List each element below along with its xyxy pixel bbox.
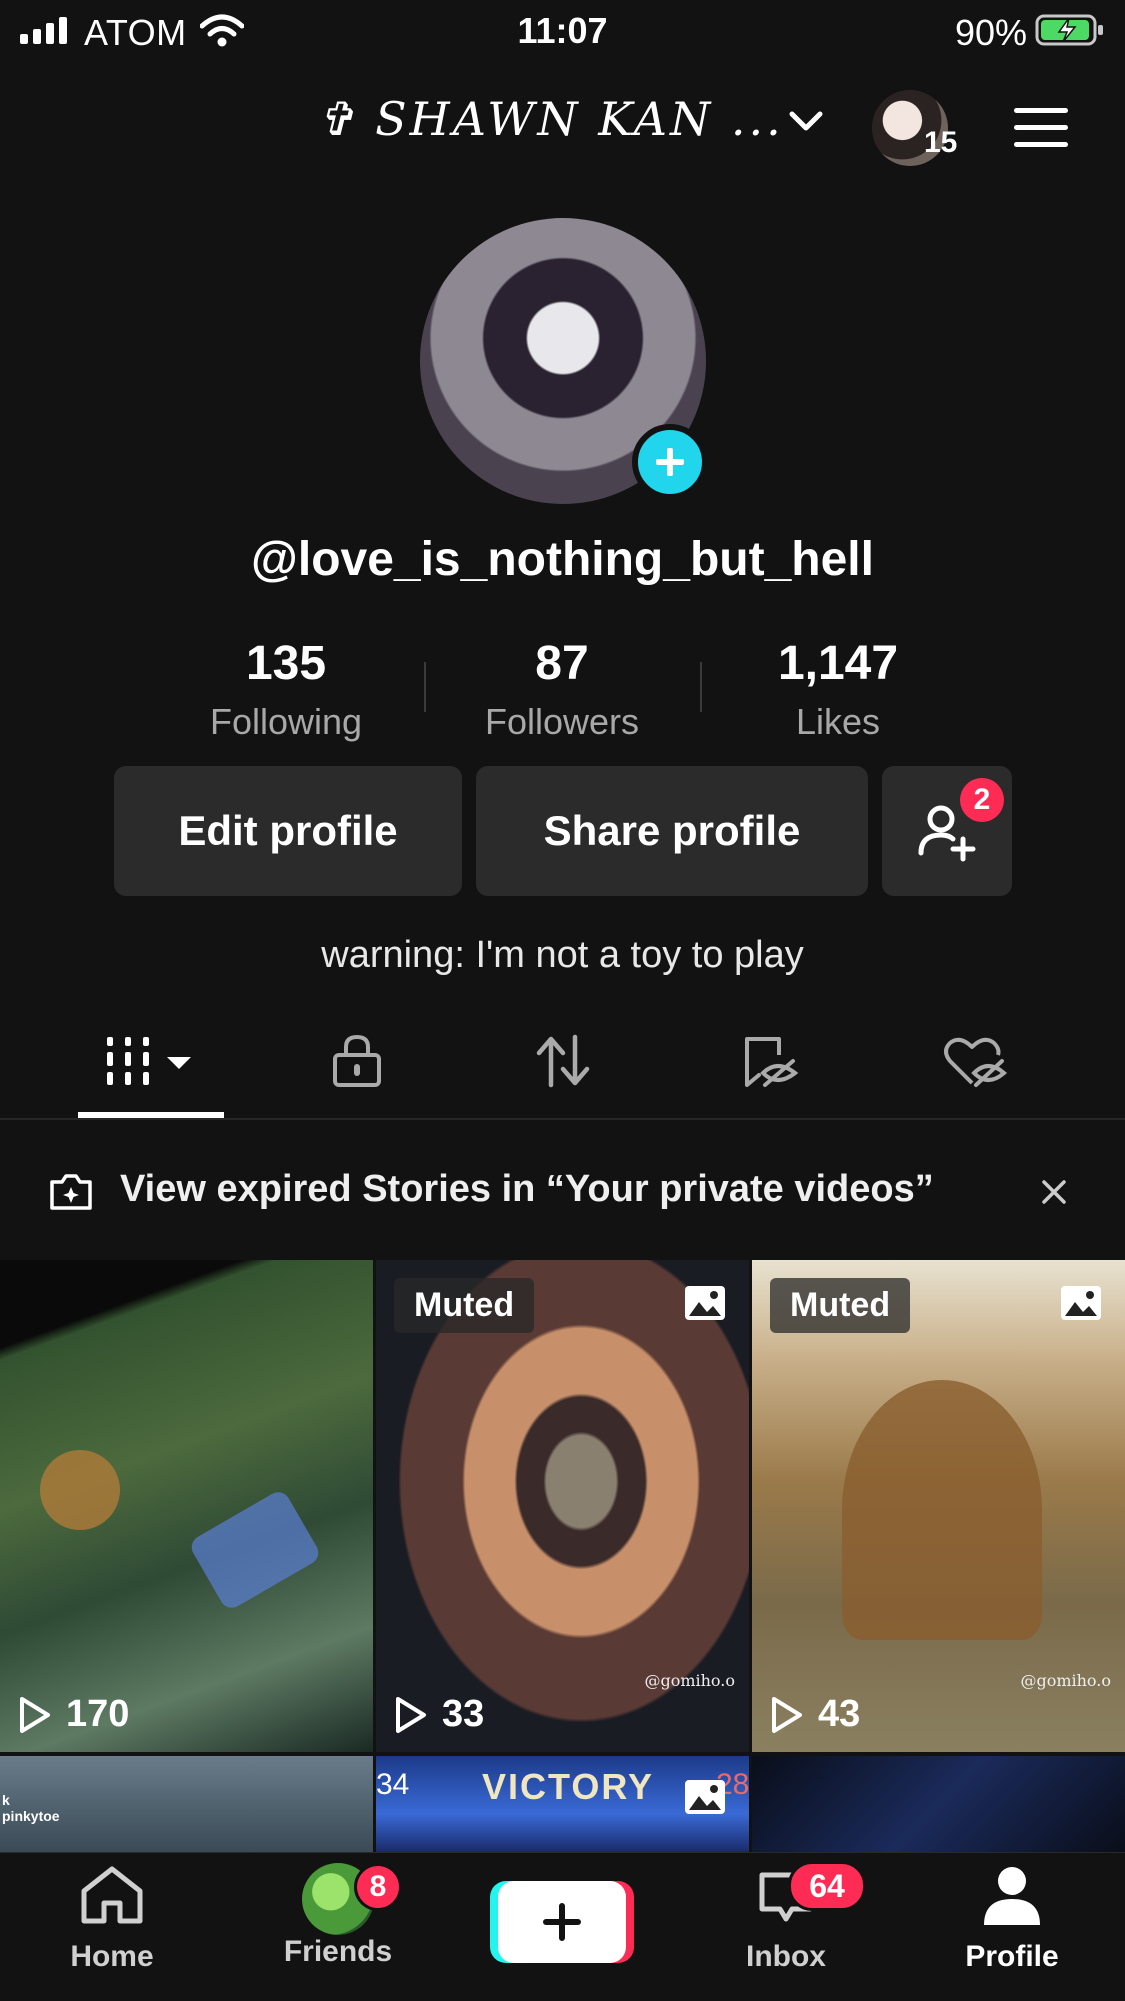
tab-videos[interactable] bbox=[76, 1020, 226, 1102]
battery-percent: 90% bbox=[954, 12, 1027, 53]
bottom-nav: Home Friends 8 Inbox 64 Profile bbox=[0, 1852, 1125, 2001]
create-button[interactable] bbox=[498, 1881, 626, 1963]
photo-icon bbox=[1061, 1286, 1101, 1320]
play-icon bbox=[772, 1696, 802, 1733]
tab-liked[interactable] bbox=[900, 1020, 1050, 1102]
thumbnail-text: 34 bbox=[376, 1768, 410, 1801]
thumbnail-text: VICTORY bbox=[482, 1766, 655, 1807]
nav-profile[interactable]: Profile bbox=[912, 1863, 1112, 1974]
menu-icon[interactable] bbox=[1012, 106, 1070, 150]
banner-text: View expired Stories in “Your private vi… bbox=[120, 1168, 934, 1210]
thumbnail-art bbox=[40, 1450, 120, 1530]
tab-favorites[interactable] bbox=[694, 1020, 844, 1102]
stat-divider bbox=[424, 662, 426, 712]
tab-reposts[interactable] bbox=[488, 1020, 638, 1102]
account-switcher-name[interactable]: ✞ SHAWN KAN ... bbox=[316, 92, 784, 146]
view-count-value: 170 bbox=[66, 1693, 130, 1735]
stat-divider bbox=[700, 662, 702, 712]
thumbnail-text: k pinkytoe bbox=[2, 1792, 60, 1824]
view-count-value: 43 bbox=[818, 1693, 861, 1735]
photo-icon bbox=[685, 1286, 725, 1320]
photo-icon bbox=[685, 1780, 725, 1814]
video-tile[interactable]: Muted @gomiho.o 33 bbox=[376, 1260, 749, 1752]
stat-following[interactable]: 135 Following bbox=[186, 636, 386, 743]
home-icon bbox=[81, 1866, 143, 1924]
watermark: @gomiho.o bbox=[644, 1671, 735, 1690]
bio: warning: I'm not a toy to play bbox=[321, 934, 804, 976]
video-tile[interactable]: 170 bbox=[0, 1260, 373, 1752]
chevron-down-icon[interactable] bbox=[788, 108, 824, 134]
watermark: @gomiho.o bbox=[1020, 1671, 1111, 1690]
nav-label: Friends bbox=[283, 1935, 393, 1968]
thumbnail-art bbox=[842, 1380, 1042, 1640]
plus-icon bbox=[543, 1903, 581, 1941]
heart-hidden-icon bbox=[944, 1037, 1008, 1087]
stat-likes[interactable]: 1,147 Likes bbox=[738, 636, 938, 743]
camera-sparkle-icon bbox=[50, 1174, 92, 1210]
repost-icon bbox=[536, 1034, 590, 1088]
inbox-badge: 64 bbox=[788, 1861, 866, 1911]
muted-label: Muted bbox=[394, 1278, 535, 1333]
play-icon bbox=[20, 1696, 50, 1733]
thumbnail-art bbox=[187, 1487, 323, 1613]
status-bar: ATOM 11:07 90% bbox=[0, 0, 1125, 62]
view-count-value: 33 bbox=[442, 1693, 485, 1735]
tab-private[interactable] bbox=[282, 1020, 432, 1102]
nav-label: Inbox bbox=[746, 1940, 826, 1973]
friends-badge: 8 bbox=[354, 1863, 402, 1911]
stat-value: 87 bbox=[535, 637, 589, 690]
video-tile[interactable]: k pinkytoe bbox=[0, 1756, 373, 1852]
profile-icon bbox=[984, 1867, 1040, 1925]
view-count: 33 bbox=[394, 1693, 484, 1736]
stat-label: Followers bbox=[484, 701, 640, 742]
add-story-button[interactable] bbox=[632, 424, 708, 500]
stat-followers[interactable]: 87 Followers bbox=[462, 636, 662, 743]
close-icon[interactable] bbox=[1040, 1178, 1068, 1206]
video-tile[interactable] bbox=[752, 1756, 1125, 1852]
nav-home[interactable]: Home bbox=[12, 1863, 212, 1974]
nav-label: Profile bbox=[965, 1940, 1059, 1973]
stat-value: 1,147 bbox=[777, 637, 899, 690]
grid-icon bbox=[107, 1037, 191, 1085]
username: @love_is_nothing_but_hell bbox=[251, 533, 874, 586]
video-tile[interactable]: Muted @gomiho.o 43 bbox=[752, 1260, 1125, 1752]
share-profile-button[interactable]: Share profile bbox=[476, 766, 868, 896]
stat-label: Following bbox=[209, 701, 363, 742]
view-count: 170 bbox=[18, 1693, 129, 1736]
bookmark-hidden-icon bbox=[745, 1037, 799, 1087]
nav-friends[interactable]: Friends bbox=[238, 1863, 438, 1969]
story-avatar-count: 15 bbox=[924, 126, 958, 159]
stat-value: 135 bbox=[245, 637, 327, 690]
view-count: 43 bbox=[770, 1693, 860, 1736]
lock-icon bbox=[333, 1034, 381, 1087]
nav-label: Home bbox=[70, 1940, 154, 1973]
video-tile[interactable]: 34 VICTORY 28 bbox=[376, 1756, 749, 1852]
friend-request-badge: 2 bbox=[960, 778, 1004, 822]
edit-profile-button[interactable]: Edit profile bbox=[114, 766, 462, 896]
stat-label: Likes bbox=[795, 701, 881, 742]
battery-charging-icon bbox=[1035, 14, 1103, 46]
muted-label: Muted bbox=[770, 1278, 911, 1333]
play-icon bbox=[396, 1696, 426, 1733]
